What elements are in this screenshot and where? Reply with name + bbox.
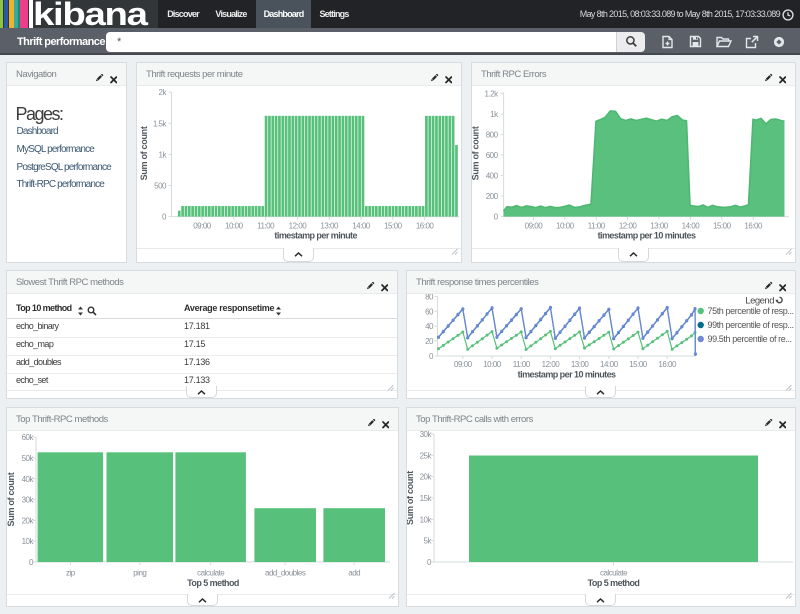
svg-text:timestamp per minute: timestamp per minute bbox=[274, 231, 357, 241]
svg-text:75th percentile of resp...: 75th percentile of resp... bbox=[708, 306, 794, 316]
svg-text:25k: 25k bbox=[420, 451, 433, 460]
svg-text:600: 600 bbox=[486, 151, 499, 160]
svg-text:15:00: 15:00 bbox=[384, 222, 403, 231]
svg-text:13:00: 13:00 bbox=[650, 222, 669, 231]
svg-text:60: 60 bbox=[425, 307, 434, 316]
svg-text:0: 0 bbox=[429, 352, 434, 361]
svg-text:400: 400 bbox=[486, 172, 499, 181]
svg-text:Sum of count: Sum of count bbox=[139, 126, 149, 180]
svg-text:14:00: 14:00 bbox=[682, 222, 701, 231]
svg-text:14:00: 14:00 bbox=[600, 360, 619, 369]
svg-text:0: 0 bbox=[494, 213, 499, 222]
svg-text:Sum of count: Sum of count bbox=[407, 471, 415, 525]
svg-text:Sum of count: Sum of count bbox=[7, 472, 16, 526]
svg-text:10:00: 10:00 bbox=[483, 360, 502, 369]
svg-text:timestamp per 10 minutes: timestamp per 10 minutes bbox=[598, 231, 696, 241]
svg-text:Sum of count: Sum of count bbox=[472, 126, 481, 180]
svg-text:30k: 30k bbox=[22, 496, 35, 505]
svg-text:15k: 15k bbox=[420, 494, 433, 503]
svg-text:add: add bbox=[348, 569, 360, 578]
svg-text:40k: 40k bbox=[22, 475, 35, 484]
svg-text:09:00: 09:00 bbox=[193, 222, 212, 231]
svg-text:16:00: 16:00 bbox=[744, 222, 763, 231]
svg-text:Top 5 method: Top 5 method bbox=[588, 578, 640, 588]
svg-text:30k: 30k bbox=[420, 431, 433, 439]
svg-text:timestamp per 10 minutes: timestamp per 10 minutes bbox=[518, 370, 616, 380]
svg-text:zip: zip bbox=[66, 569, 76, 578]
svg-text:20k: 20k bbox=[22, 516, 35, 525]
svg-text:11:00: 11:00 bbox=[257, 222, 275, 231]
svg-text:calculate: calculate bbox=[600, 569, 628, 578]
svg-text:2k: 2k bbox=[159, 88, 168, 97]
svg-text:10:00: 10:00 bbox=[225, 222, 244, 231]
svg-text:5k: 5k bbox=[424, 537, 433, 546]
svg-text:12:00: 12:00 bbox=[542, 360, 561, 369]
svg-text:60k: 60k bbox=[22, 433, 35, 442]
svg-text:0: 0 bbox=[162, 213, 167, 222]
svg-text:20: 20 bbox=[425, 337, 434, 346]
svg-text:14:00: 14:00 bbox=[352, 222, 371, 231]
svg-text:500: 500 bbox=[154, 182, 167, 191]
svg-text:16:00: 16:00 bbox=[658, 360, 677, 369]
svg-text:10k: 10k bbox=[420, 515, 433, 524]
svg-text:1.2k: 1.2k bbox=[484, 90, 499, 99]
svg-text:800: 800 bbox=[486, 131, 499, 140]
svg-text:80: 80 bbox=[425, 294, 434, 301]
svg-text:50k: 50k bbox=[22, 454, 35, 463]
svg-text:ping: ping bbox=[133, 569, 146, 578]
svg-text:09:00: 09:00 bbox=[454, 360, 473, 369]
svg-text:1k: 1k bbox=[159, 150, 168, 159]
svg-text:20k: 20k bbox=[420, 473, 433, 482]
svg-text:12:00: 12:00 bbox=[619, 222, 638, 231]
svg-text:Top 5 method: Top 5 method bbox=[187, 578, 239, 588]
svg-text:10:00: 10:00 bbox=[556, 222, 575, 231]
svg-text:09:00: 09:00 bbox=[525, 222, 544, 231]
svg-text:13:00: 13:00 bbox=[571, 360, 590, 369]
svg-text:Legend: Legend bbox=[745, 296, 774, 307]
svg-text:15:00: 15:00 bbox=[629, 360, 648, 369]
svg-text:99.5th percentile of re...: 99.5th percentile of re... bbox=[708, 334, 792, 344]
svg-text:11:00: 11:00 bbox=[513, 360, 531, 369]
svg-text:40: 40 bbox=[425, 322, 434, 331]
svg-text:calculate: calculate bbox=[197, 569, 225, 578]
svg-text:11:00: 11:00 bbox=[588, 222, 606, 231]
svg-text:10k: 10k bbox=[22, 537, 35, 546]
svg-text:add_doubles: add_doubles bbox=[265, 569, 306, 578]
svg-text:16:00: 16:00 bbox=[416, 222, 435, 231]
svg-text:200: 200 bbox=[486, 192, 499, 201]
svg-text:1.5k: 1.5k bbox=[153, 119, 168, 128]
svg-text:12:00: 12:00 bbox=[289, 222, 308, 231]
svg-text:15:00: 15:00 bbox=[713, 222, 732, 231]
svg-text:13:00: 13:00 bbox=[320, 222, 339, 231]
svg-text:99th percentile of resp...: 99th percentile of resp... bbox=[708, 320, 794, 330]
svg-text:1k: 1k bbox=[490, 110, 499, 119]
